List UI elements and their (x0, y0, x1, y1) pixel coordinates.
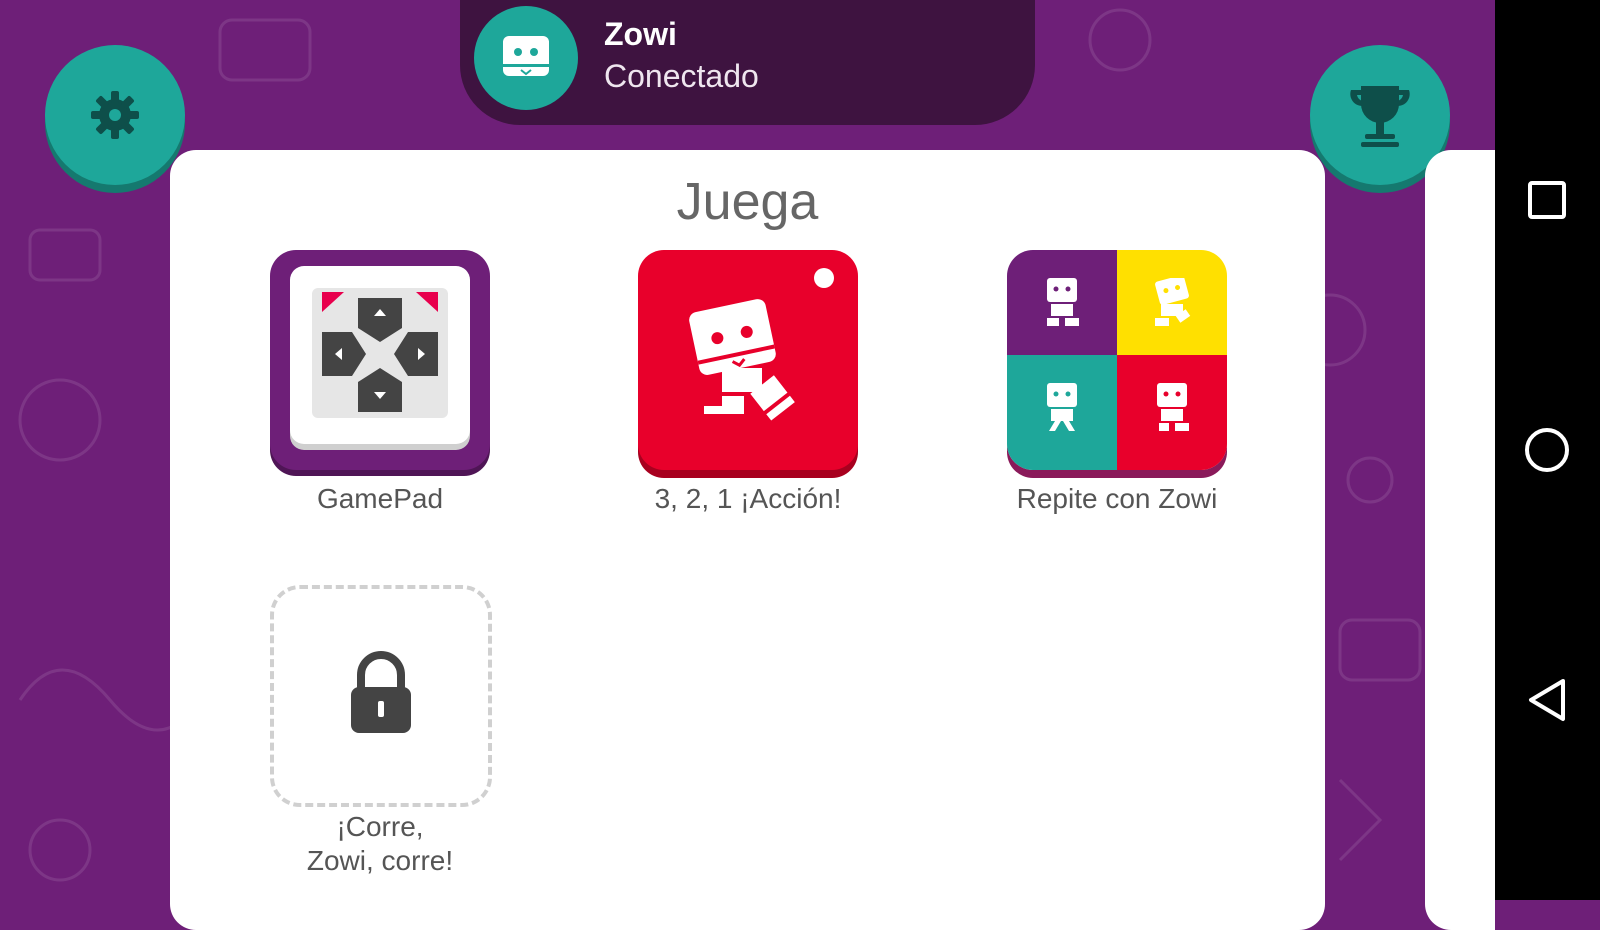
square-icon (1528, 181, 1566, 219)
triangle-back-icon (1529, 679, 1565, 721)
game-repeat-tile[interactable] (1007, 250, 1227, 470)
android-nav-bar (1495, 0, 1600, 900)
play-card: Juega GamePad 3, 2, 1 ¡Acción! Repite co… (170, 150, 1325, 930)
device-status-header[interactable]: Zowi Conectado (460, 0, 1035, 125)
game-gamepad-label: GamePad (316, 483, 444, 514)
game-action-label: 3, 2, 1 ¡Acción! (654, 483, 842, 514)
next-card-peek[interactable] (1425, 150, 1495, 930)
game-locked-tile[interactable] (270, 585, 492, 807)
game-repeat-label: Repite con Zowi (1016, 483, 1218, 514)
lock-icon (351, 651, 411, 733)
home-button[interactable] (1517, 420, 1577, 480)
connection-status: Conectado (604, 58, 759, 94)
recents-button[interactable] (1517, 170, 1577, 230)
robot-icon (1155, 278, 1191, 326)
game-action-tile[interactable] (638, 250, 858, 470)
settings-button[interactable] (45, 45, 185, 185)
game-gamepad-tile[interactable] (270, 250, 490, 470)
game-locked-label: ¡Corre, Zowi, corre! (306, 811, 454, 876)
trophy-icon (1350, 86, 1410, 147)
back-button[interactable] (1517, 670, 1577, 730)
robot-icon (1047, 278, 1079, 326)
robot-icon (1157, 383, 1189, 431)
gamepad-icon (312, 288, 448, 418)
circle-icon (1525, 428, 1569, 472)
section-title: Juega (676, 173, 819, 231)
walking-robot-icon (689, 268, 834, 421)
robot-face-icon (474, 6, 578, 110)
gear-icon (91, 91, 139, 139)
device-name: Zowi (604, 16, 677, 52)
robot-icon (1047, 383, 1077, 431)
